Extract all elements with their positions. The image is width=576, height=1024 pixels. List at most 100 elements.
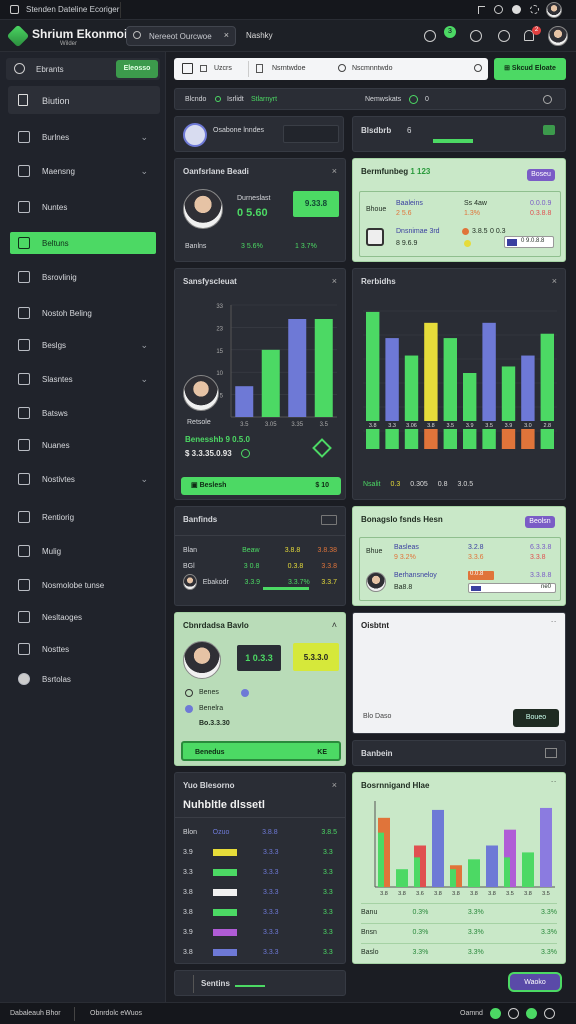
sidebar-item-11[interactable]: Rentiorig — [10, 506, 156, 528]
card-h-pill[interactable]: Beolsn — [525, 516, 555, 528]
filter-users[interactable]: Uzcrs — [214, 65, 232, 72]
table-row[interactable]: 3.8 3.3.3 3.3 — [183, 903, 337, 921]
chat-icon-2[interactable] — [470, 30, 482, 42]
sidebar-item-2[interactable]: Nuntes — [10, 196, 156, 218]
sidebar-item-9[interactable]: Nuanes — [10, 434, 156, 456]
bar-lower[interactable] — [521, 429, 535, 449]
status-dot4-icon[interactable] — [544, 1008, 555, 1019]
status-dot1-icon[interactable] — [490, 1008, 501, 1019]
card-j-menu-icon[interactable]: ˙˙ — [551, 620, 557, 630]
sub-d[interactable]: Nemwskats — [365, 96, 401, 103]
user-avatar[interactable] — [546, 2, 562, 18]
gear-icon[interactable] — [530, 5, 539, 14]
table-row[interactable]: 3.8 3.3.3 3.3 — [183, 883, 337, 901]
close-icon-f[interactable]: × — [552, 276, 557, 286]
sidebar-top-button[interactable]: Eleosso — [116, 60, 158, 78]
sidebar-item-7[interactable]: Slasntes ⌄ — [10, 368, 156, 390]
bar[interactable] — [288, 319, 307, 417]
card-e-diamond-icon[interactable] — [312, 438, 332, 458]
primary-action-button[interactable]: ⊞ Skcud Eloate — [494, 58, 566, 80]
bar-lower[interactable] — [385, 429, 399, 449]
bar[interactable] — [432, 809, 444, 887]
card-d-pill[interactable]: Boseu — [527, 169, 555, 181]
table-row[interactable]: 3.9 3.3.3 3.3 — [183, 843, 337, 861]
table-row[interactable]: Bnsn 0.3% 3.3% 3.3% — [361, 923, 557, 941]
search-input[interactable]: Nereeot Ourcwoe × — [126, 26, 236, 46]
sidebar-item-8[interactable]: Batsws — [10, 402, 156, 424]
bar[interactable] — [424, 322, 438, 421]
card-e-button[interactable]: ▣ Beslesh $ 10 — [181, 477, 341, 495]
bar-secondary[interactable] — [378, 832, 384, 887]
table-row[interactable]: 3.3 3.3.3 3.3 — [183, 863, 337, 881]
card-b-icon[interactable] — [543, 125, 555, 135]
bar-lower[interactable] — [482, 429, 496, 449]
bar-lower[interactable] — [366, 429, 380, 449]
card-a-input[interactable] — [283, 125, 339, 143]
bar-lower[interactable] — [424, 429, 438, 449]
bar-secondary[interactable] — [504, 857, 510, 887]
sidebar-item-5[interactable]: Nostoh Beling — [10, 302, 156, 324]
clock-icon[interactable] — [498, 30, 510, 42]
floating-action-button[interactable]: Waoko — [508, 972, 562, 992]
sub-c[interactable]: Stlarnyrt — [251, 96, 277, 103]
bar-lower[interactable] — [443, 429, 457, 449]
card-j-button[interactable]: Boueo — [513, 709, 559, 727]
bar[interactable] — [501, 366, 516, 421]
sidebar-item-3[interactable]: Beltuns — [10, 232, 156, 254]
bar-secondary[interactable] — [450, 869, 456, 887]
flag-icon[interactable] — [478, 6, 485, 14]
sidebar-item-0[interactable]: Burlnes ⌄ — [10, 126, 156, 148]
bar[interactable] — [261, 349, 280, 417]
bar[interactable] — [521, 355, 535, 421]
card-k-menu-icon[interactable] — [545, 748, 557, 758]
bar-lower[interactable] — [540, 429, 554, 449]
sidebar-item-4[interactable]: Bsrovlinig — [10, 266, 156, 288]
sub-a[interactable]: Blcndo — [185, 96, 206, 103]
filter-network[interactable]: Nsrntwdoe — [272, 65, 305, 72]
sidebar-item-16[interactable]: Bsrtolas — [10, 668, 156, 690]
refresh-icon[interactable] — [14, 63, 25, 74]
bar-secondary[interactable] — [396, 873, 402, 887]
sidebar-item-12[interactable]: Mulig — [10, 540, 156, 562]
bar-lower[interactable] — [501, 429, 516, 449]
bar-lower[interactable] — [404, 429, 419, 449]
bar[interactable] — [482, 322, 496, 421]
bar[interactable] — [314, 319, 333, 417]
sub-toggle-icon[interactable] — [409, 95, 418, 104]
sub-b[interactable]: Isrlidt — [227, 96, 244, 103]
bar[interactable] — [540, 333, 554, 421]
clear-icon[interactable]: × — [224, 30, 229, 40]
table-row[interactable]: 3.9 3.3.3 3.3 — [183, 923, 337, 941]
sidebar-item-14[interactable]: Nesltaoges — [10, 606, 156, 628]
collapse-icon[interactable]: ˄ — [332, 620, 337, 630]
sub-refresh-icon[interactable] — [543, 95, 552, 104]
bar[interactable] — [404, 355, 419, 421]
close-icon-l[interactable]: × — [332, 780, 337, 790]
sidebar-item-13[interactable]: Nosmolobe tunse — [10, 574, 156, 596]
sidebar-item-15[interactable]: Nosttes — [10, 638, 156, 660]
sun-icon[interactable] — [494, 5, 503, 14]
card-e-refresh-icon[interactable] — [241, 449, 250, 458]
sidebar-item-6[interactable]: Beslgs ⌄ — [10, 334, 156, 356]
profile-avatar[interactable] — [548, 26, 568, 46]
close-icon-e[interactable]: × — [332, 276, 337, 286]
bar[interactable] — [366, 311, 380, 421]
table-row[interactable]: Banu 0.3% 3.3% 3.3% — [361, 903, 557, 921]
bar[interactable] — [540, 807, 552, 887]
sidebar-item-1[interactable]: Maensng ⌄ — [10, 160, 156, 182]
toolbar-search-icon-2[interactable] — [474, 64, 482, 72]
chat-icon[interactable] — [424, 30, 436, 42]
bar[interactable] — [522, 852, 534, 887]
bar[interactable] — [443, 338, 457, 421]
bar[interactable] — [235, 386, 254, 417]
toolbar-search[interactable]: Nscmnntwdo — [352, 65, 392, 72]
bar[interactable] — [486, 845, 498, 887]
card-g-menu-icon[interactable] — [321, 515, 337, 525]
sidebar-item-10[interactable]: Nostivtes ⌄ — [10, 468, 156, 490]
sidebar-section[interactable]: Biution — [8, 86, 160, 114]
table-row[interactable]: Ebakodr 3.3.9 3.3.7% 3.3.7 — [183, 573, 337, 591]
table-row[interactable]: 3.8 3.3.3 3.3 — [183, 943, 337, 961]
bar-secondary[interactable] — [468, 867, 474, 887]
table-row[interactable]: Baslo 3.3% 3.3% 3.3% — [361, 943, 557, 961]
card-i-button[interactable]: Benedus KE — [181, 741, 341, 761]
